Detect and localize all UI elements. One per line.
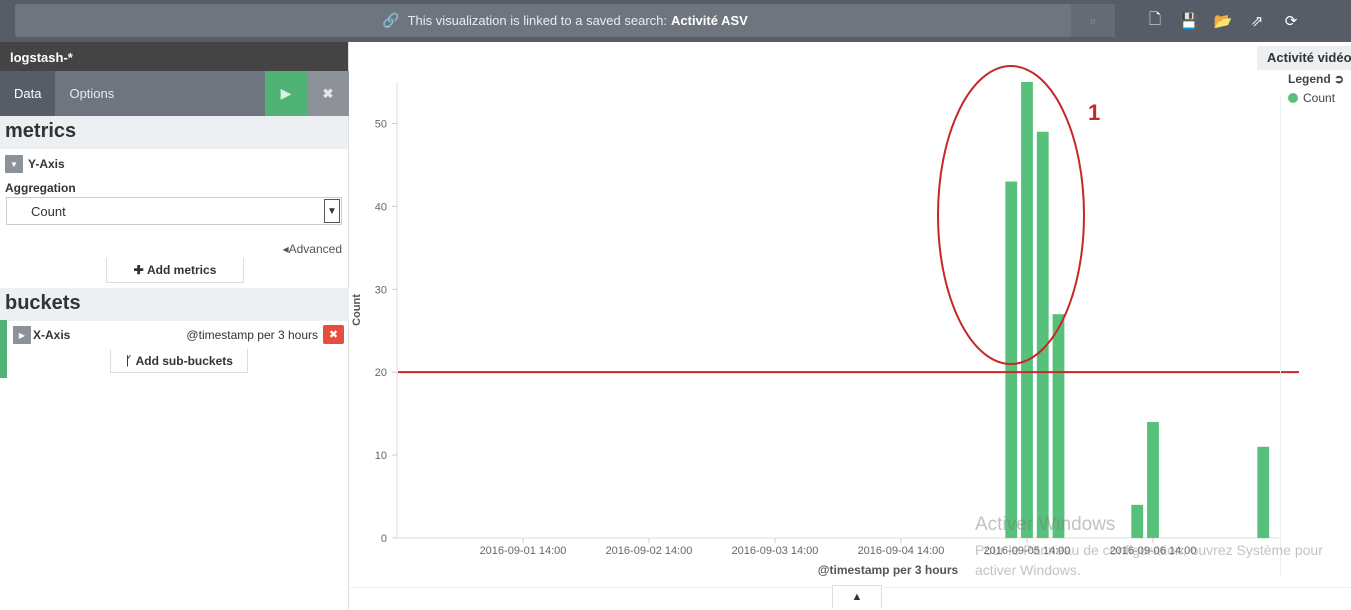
editor-sidebar: logstash-* Data Options ▶ ✖ metrics ▼ Y-… bbox=[0, 42, 349, 610]
legend-item-count[interactable]: Count bbox=[1288, 91, 1335, 105]
search-icon[interactable]: ⌕ bbox=[1071, 4, 1115, 37]
yaxis-label: Y-Axis bbox=[28, 157, 65, 171]
bar bbox=[1021, 82, 1033, 538]
add-metrics-button[interactable]: ✚ Add metrics bbox=[106, 258, 244, 283]
legend-label: Legend bbox=[1288, 72, 1331, 86]
y-axis-title: Count bbox=[351, 294, 363, 326]
tab-options[interactable]: Options bbox=[55, 71, 128, 116]
linked-search-text: This visualization is linked to a saved … bbox=[407, 13, 667, 28]
add-sub-buckets-button[interactable]: ᚴ Add sub-buckets bbox=[110, 349, 248, 373]
y-tick-label: 30 bbox=[375, 284, 387, 296]
advanced-label: Advanced bbox=[288, 242, 342, 256]
close-icon: ✖ bbox=[322, 85, 334, 101]
apply-changes-button[interactable]: ▶ bbox=[265, 71, 307, 116]
saved-search-name[interactable]: Activité ASV bbox=[671, 13, 748, 28]
discard-changes-button[interactable]: ✖ bbox=[307, 71, 349, 116]
caret-right-icon[interactable]: ▶ bbox=[13, 326, 31, 344]
bar-chart: 0 10 20 30 40 50 Count 2016-09-01 14:00 2016-09-… bbox=[351, 65, 1299, 577]
legend-divider bbox=[1280, 97, 1281, 577]
aggregation-select[interactable]: Count ▼ bbox=[6, 197, 342, 225]
y-tick-label: 50 bbox=[375, 118, 387, 130]
x-axis-title: @timestamp per 3 hours bbox=[818, 563, 959, 577]
remove-bucket-button[interactable]: ✖ bbox=[323, 325, 344, 344]
annotation-number: 1 bbox=[1088, 100, 1100, 125]
y-tick-label: 0 bbox=[381, 533, 387, 545]
legend-item-label: Count bbox=[1303, 91, 1336, 105]
chevron-down-icon: ▼ bbox=[324, 199, 340, 223]
bar bbox=[1005, 181, 1018, 538]
bar bbox=[1147, 421, 1159, 538]
open-icon[interactable]: 📂 bbox=[1206, 8, 1240, 34]
legend-toggle[interactable]: Legend ➲ bbox=[1288, 72, 1344, 86]
branch-icon: ᚴ bbox=[125, 353, 133, 368]
editor-tabs: Data Options ▶ ✖ bbox=[0, 71, 349, 116]
chevron-up-icon: ▲ bbox=[851, 591, 863, 603]
y-tick-label: 10 bbox=[375, 450, 387, 462]
linked-search-banner: 🔗 This visualization is linked to a save… bbox=[15, 4, 1115, 37]
y-tick-label: 40 bbox=[375, 201, 387, 213]
link-icon: 🔗 bbox=[382, 12, 400, 28]
bar bbox=[1052, 314, 1065, 538]
x-tick-label: 2016-09-04 14:00 bbox=[858, 545, 945, 557]
bar bbox=[1257, 446, 1270, 538]
play-icon: ▶ bbox=[280, 85, 292, 101]
tab-data[interactable]: Data bbox=[0, 71, 56, 116]
yaxis-agg-header[interactable]: ▼ Y-Axis bbox=[0, 149, 348, 179]
collapse-toggle-button[interactable]: ▲ bbox=[832, 585, 882, 608]
top-nav-bar: 🔗 This visualization is linked to a save… bbox=[0, 0, 1351, 42]
visualization-title: Activité vidéo bbox=[1257, 46, 1351, 70]
x-tick-label: 2016-09-06 14:00 bbox=[1110, 545, 1197, 557]
metrics-heading: metrics bbox=[0, 116, 348, 149]
bucket-color-bar bbox=[0, 320, 7, 378]
aggregation-label: Aggregation bbox=[5, 181, 76, 195]
caret-down-icon[interactable]: ▼ bbox=[5, 155, 23, 173]
legend-dot bbox=[1288, 93, 1298, 103]
add-metrics-label: Add metrics bbox=[147, 263, 217, 277]
add-sub-buckets-label: Add sub-buckets bbox=[135, 353, 233, 368]
x-tick-label: 2016-09-03 14:00 bbox=[732, 545, 819, 557]
index-pattern: logstash-* bbox=[0, 42, 348, 71]
save-icon[interactable]: 💾 bbox=[1172, 8, 1206, 34]
bar bbox=[1036, 131, 1049, 538]
xaxis-label: X-Axis bbox=[33, 328, 71, 342]
buckets-heading: buckets bbox=[0, 288, 349, 321]
visualization-panel: 0 10 20 30 40 50 Count 2016-09-01 14:00 2016-09-… bbox=[350, 42, 1351, 610]
x-tick-label: 2016-09-01 14:00 bbox=[480, 545, 567, 557]
bar bbox=[1131, 504, 1144, 538]
arrow-circle-right-icon: ➲ bbox=[1334, 72, 1345, 86]
x-tick-label: 2016-09-02 14:00 bbox=[606, 545, 693, 557]
plus-icon: ✚ bbox=[133, 263, 144, 277]
y-tick-label: 20 bbox=[375, 367, 387, 379]
advanced-toggle[interactable]: ◂Advanced bbox=[0, 225, 348, 262]
refresh-icon[interactable]: ⟳ bbox=[1274, 8, 1308, 34]
xaxis-description: @timestamp per 3 hours bbox=[186, 328, 318, 342]
share-icon[interactable]: ⇗ bbox=[1240, 8, 1274, 34]
new-visualization-icon[interactable]: 🗋 bbox=[1138, 8, 1172, 34]
x-tick-label: 2016-09-05 14:00 bbox=[984, 545, 1071, 557]
xaxis-agg-header[interactable]: ▶ X-Axis @timestamp per 3 hours ✖ bbox=[0, 320, 349, 378]
aggregation-value: Count bbox=[31, 204, 66, 219]
